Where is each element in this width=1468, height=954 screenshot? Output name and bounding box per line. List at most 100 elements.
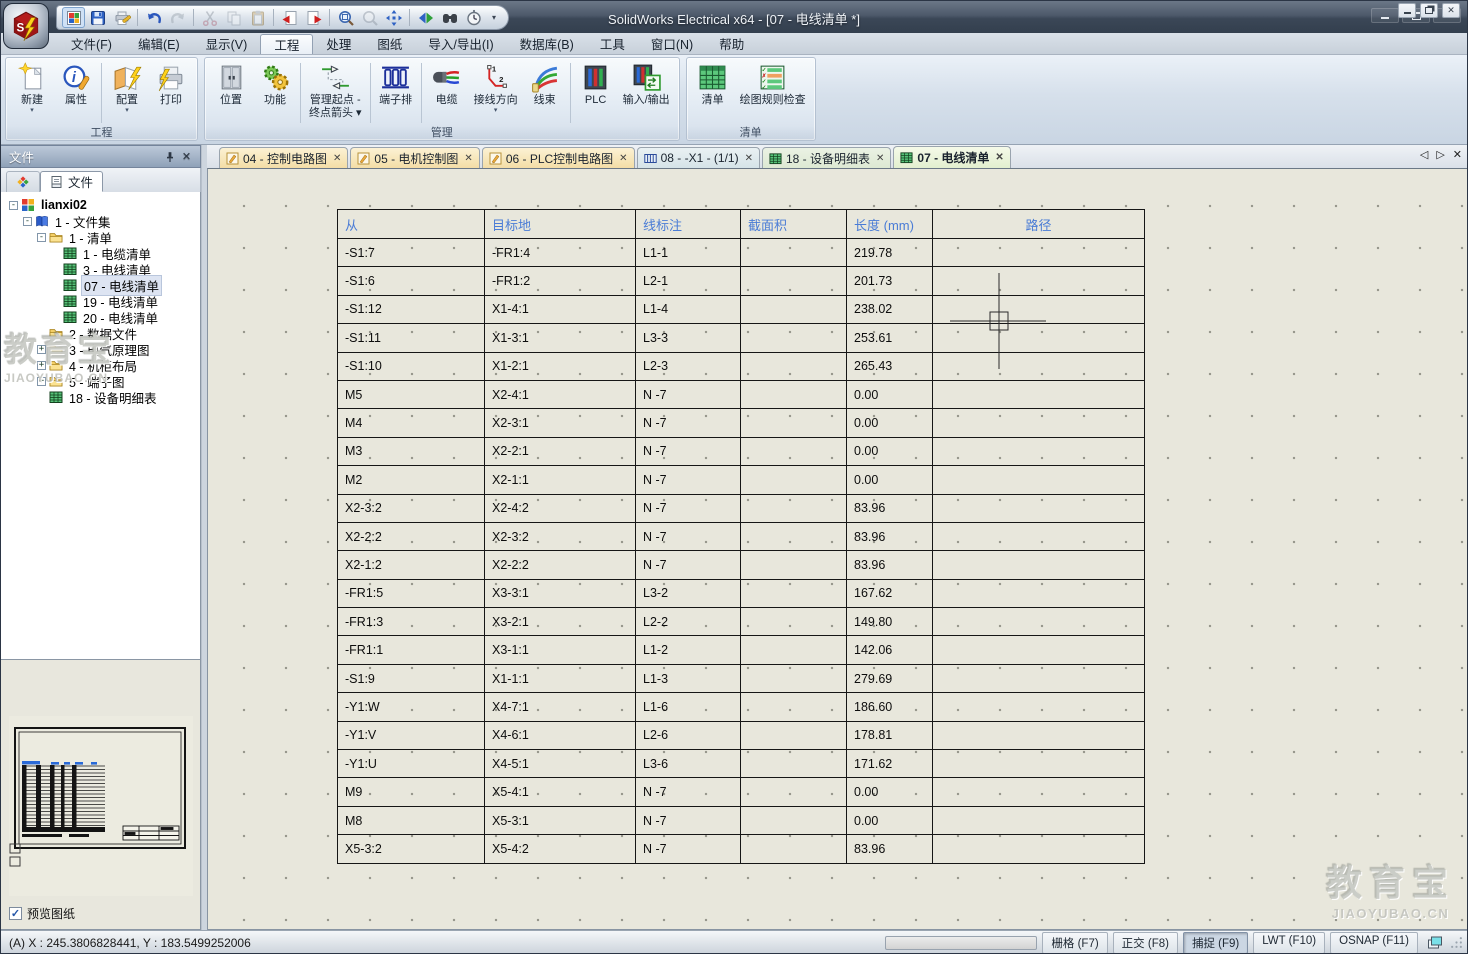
table-cell (933, 466, 1145, 494)
doc-close-button[interactable]: ✕ (1442, 3, 1460, 18)
sidebar-tabs: 文件 (0, 168, 201, 192)
ribbon-button-io[interactable]: 输入/输出 (618, 60, 675, 126)
table-cell: M8 (338, 806, 485, 834)
ribbon-separator (300, 63, 301, 123)
menu-item-编辑E[interactable]: 编辑(E) (125, 33, 193, 54)
menu-item-导入导出I[interactable]: 导入/导出(I) (415, 33, 506, 54)
ribbon-button-origin-arrows[interactable]: 管理起点 -终点箭头 ▾ (304, 60, 367, 126)
doc-tab-05 - 电机控制图[interactable]: 05 - 电机控制图✕ (350, 147, 479, 168)
collapse-icon[interactable]: - (9, 201, 18, 210)
tree-item-18 - 设备明细表[interactable]: 18 - 设备明细表 (5, 389, 200, 405)
status-toggle-捕捉 (F9)[interactable]: 捕捉 (F9) (1183, 932, 1248, 954)
ribbon-button-terminal-strip[interactable]: 端子排 (374, 60, 418, 126)
drawing-canvas[interactable]: 从目标地线标注截面积长度 (mm)路径-S1:7-FR1:4L1-1219.78… (207, 168, 1468, 930)
print-preview-button[interactable] (110, 7, 133, 28)
qat-overflow-button[interactable]: ▾ (492, 13, 496, 22)
doc-tab-close-icon[interactable]: ✕ (876, 153, 884, 164)
minimize-button[interactable] (1371, 8, 1399, 23)
doc-tab-close-icon[interactable]: ✕ (464, 153, 472, 164)
doc-tab-close-icon[interactable]: ✕ (745, 153, 753, 164)
expand-icon[interactable]: + (37, 361, 46, 370)
status-toggle-OSNAP (F11)[interactable]: OSNAP (F11) (1330, 932, 1418, 954)
folder-icon (49, 374, 63, 388)
table-icon (63, 278, 77, 292)
menu-item-工具[interactable]: 工具 (587, 33, 638, 54)
preview-checkbox-label: 预览图纸 (27, 905, 75, 922)
windows-icon[interactable] (1426, 935, 1444, 951)
ribbon-button-new-doc[interactable]: 新建▾ (10, 60, 54, 126)
redo-button[interactable] (166, 7, 189, 28)
files-panel-titlebar: 文件 ✕ (0, 145, 201, 168)
ribbon-button-wire-direction[interactable]: 12接线方向▾ (469, 60, 523, 126)
expand-icon[interactable]: + (37, 377, 46, 386)
ribbon-button-rule-check[interactable]: ✓✗✓✓绘图规则检查 (735, 60, 811, 126)
ribbon-button-properties[interactable]: i属性 (54, 60, 98, 126)
menu-item-显示V[interactable]: 显示(V) (193, 33, 261, 54)
menu-item-数据库B[interactable]: 数据库(B) (507, 33, 587, 54)
sidebar-tab-project[interactable] (6, 171, 40, 192)
menu-item-处理[interactable]: 处理 (313, 33, 364, 54)
collapse-icon[interactable]: - (23, 217, 32, 226)
menu-item-窗口N[interactable]: 窗口(N) (638, 33, 706, 54)
status-toggle-LWT (F10)[interactable]: LWT (F10) (1253, 932, 1325, 954)
find-button[interactable] (438, 7, 461, 28)
menu-item-文件F[interactable]: 文件(F) (58, 33, 125, 54)
table-cell: N -7 (636, 380, 741, 408)
status-toggle-正交 (F8)[interactable]: 正交 (F8) (1113, 932, 1178, 954)
doc-tab-07 - 电线清单[interactable]: 07 - 电线清单✕ (893, 146, 1010, 168)
panel-pin-button[interactable] (161, 149, 178, 165)
copy-button[interactable] (222, 7, 245, 28)
ribbon-button-harness[interactable]: 线束 (523, 60, 567, 126)
doc-tab-18 - 设备明细表[interactable]: 18 - 设备明细表✕ (762, 147, 891, 168)
collapse-icon[interactable]: - (37, 233, 46, 242)
ribbon-button-report-table[interactable]: 清单 (691, 60, 735, 126)
table-cell: X1-4:1 (485, 295, 636, 323)
ribbon-button-cable[interactable]: 电缆 (425, 60, 469, 126)
tab-close-button[interactable]: ✕ (1453, 149, 1462, 161)
recent-button[interactable] (462, 7, 485, 28)
preview-sheet-checkbox[interactable]: ✓ 预览图纸 (9, 905, 75, 922)
zoom-fit-button[interactable] (334, 7, 357, 28)
menu-item-图纸[interactable]: 图纸 (364, 33, 415, 54)
menu-item-帮助[interactable]: 帮助 (706, 33, 757, 54)
file-tree: -lianxi02-1 - 文件集-1 - 清单1 - 电缆清单3 - 电线清单… (0, 192, 201, 660)
doc-tab-08 - -X1 - (1/1)[interactable]: 08 - -X1 - (1/1)✕ (637, 147, 760, 168)
doc-tab-06 - PLC控制电路图[interactable]: 06 - PLC控制电路图✕ (482, 147, 635, 168)
ribbon-button-location[interactable]: 位置 (209, 60, 253, 126)
sheet-preview-thumbnail[interactable] (9, 716, 193, 896)
doc-minimize-button[interactable] (1398, 3, 1416, 18)
wire-list-table[interactable]: 从目标地线标注截面积长度 (mm)路径-S1:7-FR1:4L1-1219.78… (337, 209, 1145, 864)
doc-restore-button[interactable] (1420, 3, 1438, 18)
zoom-window-button[interactable] (358, 7, 381, 28)
save-button[interactable] (86, 7, 109, 28)
table-cell: L3-6 (636, 750, 741, 778)
doc-tab-close-icon[interactable]: ✕ (333, 153, 341, 164)
status-toggle-栅格 (F7)[interactable]: 栅格 (F7) (1042, 932, 1107, 954)
menu-item-工程[interactable]: 工程 (260, 34, 313, 54)
doc-tab-04 - 控制电路图[interactable]: 04 - 控制电路图✕ (219, 147, 348, 168)
table-cell: 171.62 (847, 750, 933, 778)
table-cell: 0.00 (847, 409, 933, 437)
next-sheet-button[interactable] (302, 7, 325, 28)
paste-button[interactable] (246, 7, 269, 28)
undo-button[interactable] (142, 7, 165, 28)
expand-icon[interactable]: + (37, 345, 46, 354)
panel-close-button[interactable]: ✕ (178, 149, 195, 165)
ribbon-button-config[interactable]: 配置▾ (105, 60, 149, 126)
previous-sheet-button[interactable] (278, 7, 301, 28)
tab-scroll-right-button[interactable]: ▷ (1436, 149, 1444, 161)
sidebar-tab-files[interactable]: 文件 (40, 171, 103, 192)
ribbon-button-print-lg[interactable]: 打印 (149, 60, 193, 126)
pan-button[interactable] (382, 7, 405, 28)
app-home-button[interactable] (62, 7, 85, 28)
doc-tab-close-icon[interactable]: ✕ (619, 153, 627, 164)
ribbon-button-plc[interactable]: PLC (574, 60, 618, 126)
tab-scroll-left-button[interactable]: ◁ (1420, 149, 1428, 161)
doc-tab-close-icon[interactable]: ✕ (995, 152, 1003, 163)
table-cell: 0.00 (847, 806, 933, 834)
ribbon-button-function[interactable]: 功能 (253, 60, 297, 126)
navigate-sheets-button[interactable] (414, 7, 437, 28)
cut-button[interactable] (198, 7, 221, 28)
resize-grip[interactable] (1450, 936, 1463, 949)
solidworks-logo-button[interactable]: S (3, 3, 49, 49)
